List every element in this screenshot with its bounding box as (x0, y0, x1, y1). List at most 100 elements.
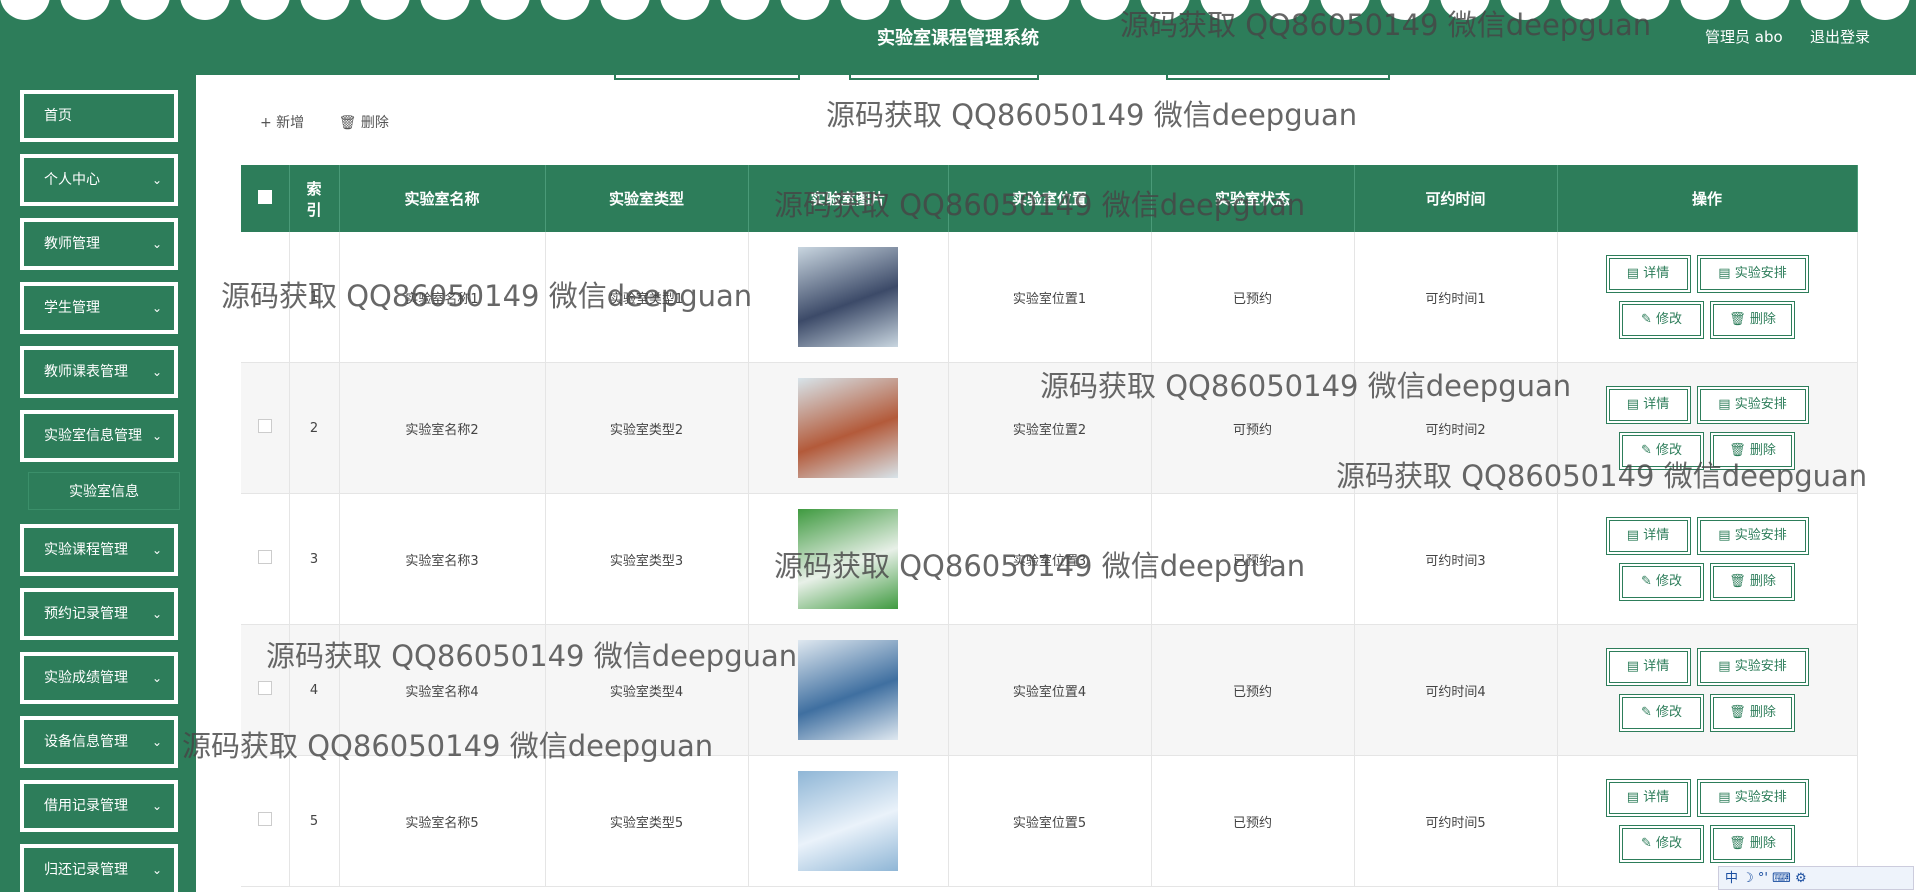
edit-label: 修改 (1656, 312, 1683, 327)
sidebar-item-lab-info[interactable]: 实验室信息管理 ⌄ (20, 410, 178, 462)
detail-button[interactable]: ▤ 详情 (1605, 779, 1691, 817)
lab-photo[interactable] (798, 378, 898, 478)
cell-location: 实验室位置1 (948, 232, 1152, 363)
delete-label: 删除 (1749, 574, 1776, 589)
detail-button[interactable]: ▤ 详情 (1605, 386, 1691, 424)
sidebar-item-home[interactable]: 首页 (20, 90, 178, 142)
sidebar-item-borrow[interactable]: 借用记录管理 ⌄ (20, 780, 178, 832)
arrange-label: 实验安排 (1734, 790, 1787, 805)
row-delete-button[interactable]: 🗑 删除 (1710, 825, 1795, 863)
submenu-item-lab-info[interactable]: 实验室信息 (28, 472, 180, 510)
delete-button[interactable]: 🗑 删除 (339, 115, 389, 131)
logout-link[interactable]: 退出登录 (1810, 26, 1870, 47)
detail-button[interactable]: ▤ 详情 (1605, 648, 1691, 686)
sidebar-item-label: 学生管理 (44, 300, 100, 316)
edit-button[interactable]: ✎ 修改 (1619, 301, 1704, 339)
row-delete-button[interactable]: 🗑 删除 (1710, 432, 1795, 470)
delete-label: 删除 (1749, 443, 1776, 458)
lab-photo[interactable] (798, 509, 898, 609)
sidebar-item-return[interactable]: 归还记录管理 ⌄ (20, 844, 178, 896)
ime-toolbar[interactable]: 中 ☽ °' ⌨ ⚙ (1718, 866, 1914, 890)
edit-button[interactable]: ✎ 修改 (1619, 563, 1704, 601)
cell-image (748, 232, 949, 363)
cell-image (748, 755, 949, 887)
cell-time: 可约时间1 (1354, 232, 1558, 363)
cell-actions: ▤ 详情 ▤ 实验安排 ✎ 修改 🗑 删除 (1557, 362, 1858, 494)
cell-time: 可约时间4 (1354, 624, 1558, 756)
cell-name: 实验室名称4 (339, 624, 546, 756)
row-checkbox[interactable] (241, 755, 290, 887)
lab-photo[interactable] (798, 771, 898, 871)
detail-label: 详情 (1643, 528, 1670, 543)
table-row: 3 实验室名称3 实验室类型3 实验室位置3 已预约 可约时间3 ▤ 详情 ▤ 实验安排 ✎ 修… (241, 493, 1858, 625)
arrange-button[interactable]: ▤ 实验安排 (1696, 255, 1809, 293)
sidebar-item-teachers[interactable]: 教师管理 ⌄ (20, 218, 178, 270)
cell-status: 已预约 (1151, 493, 1355, 625)
edit-button[interactable]: ✎ 修改 (1619, 694, 1704, 732)
table-row: 4 实验室名称4 实验室类型4 实验室位置4 已预约 可约时间4 ▤ 详情 ▤ 实验安排 ✎ 修… (241, 624, 1858, 756)
edit-label: 修改 (1656, 443, 1683, 458)
delete-label: 删除 (1749, 312, 1776, 327)
cell-time: 可约时间3 (1354, 493, 1558, 625)
arrange-label: 实验安排 (1734, 266, 1787, 281)
cell-location: 实验室位置4 (948, 624, 1152, 756)
cell-image (748, 493, 949, 625)
chevron-down-icon: ⌄ (151, 173, 162, 187)
arrange-button[interactable]: ▤ 实验安排 (1696, 517, 1809, 555)
cell-actions: ▤ 详情 ▤ 实验安排 ✎ 修改 🗑 删除 (1557, 493, 1858, 625)
cell-status: 已预约 (1151, 755, 1355, 887)
cell-type: 实验室类型1 (545, 232, 749, 363)
search-field-edge[interactable] (614, 70, 800, 80)
col-header-status: 实验室状态 (1151, 165, 1355, 232)
sidebar-item-equipment[interactable]: 设备信息管理 ⌄ (20, 716, 178, 768)
row-checkbox[interactable] (241, 362, 290, 494)
sidebar-item-label: 实验室信息管理 (44, 428, 142, 444)
col-header-actions: 操作 (1557, 165, 1858, 232)
edit-button[interactable]: ✎ 修改 (1619, 825, 1704, 863)
chevron-down-icon: ⌄ (151, 735, 162, 749)
cell-name: 实验室名称3 (339, 493, 546, 625)
arrange-label: 实验安排 (1734, 659, 1787, 674)
sidebar-item-personal[interactable]: 个人中心 ⌄ (20, 154, 178, 206)
row-delete-button[interactable]: 🗑 删除 (1710, 563, 1795, 601)
cell-index: 4 (289, 624, 340, 756)
cell-image (748, 362, 949, 494)
col-header-image: 实验室图片 (748, 165, 949, 232)
chevron-down-icon: ⌄ (151, 543, 162, 557)
table-row: 1 实验室名称1 实验室类型1 实验室位置1 已预约 可约时间1 ▤ 详情 ▤ 实验安排 ✎ 修… (241, 232, 1858, 363)
lab-photo[interactable] (798, 247, 898, 347)
row-checkbox[interactable] (241, 493, 290, 625)
sidebar-item-reservations[interactable]: 预约记录管理 ⌄ (20, 588, 178, 640)
sidebar: 首页 个人中心 ⌄ 教师管理 ⌄ 学生管理 ⌄ 教师课表管理 ⌄ 实验室信息管理 ⌄ 实验… (0, 75, 196, 896)
arrange-button[interactable]: ▤ 实验安排 (1696, 386, 1809, 424)
watermark: 源码获取 QQ86050149 微信deepguan (826, 98, 1358, 132)
table-header-row: 索 引 实验室名称 实验室类型 实验室图片 实验室位置 实验室状态 可约时间 操… (241, 165, 1858, 232)
cell-time: 可约时间2 (1354, 362, 1558, 494)
search-field-edge[interactable] (849, 70, 1039, 80)
detail-button[interactable]: ▤ 详情 (1605, 517, 1691, 555)
row-checkbox[interactable] (241, 624, 290, 756)
row-delete-button[interactable]: 🗑 删除 (1710, 301, 1795, 339)
sidebar-item-label: 预约记录管理 (44, 606, 128, 622)
search-field-edge[interactable] (1166, 70, 1390, 80)
sidebar-item-label: 设备信息管理 (44, 734, 128, 750)
detail-button[interactable]: ▤ 详情 (1605, 255, 1691, 293)
arrange-button[interactable]: ▤ 实验安排 (1696, 648, 1809, 686)
lab-photo[interactable] (798, 640, 898, 740)
chevron-down-icon: ⌄ (151, 301, 162, 315)
sidebar-item-teacher-schedule[interactable]: 教师课表管理 ⌄ (20, 346, 178, 398)
arrange-button[interactable]: ▤ 实验安排 (1696, 779, 1809, 817)
sidebar-item-label: 借用记录管理 (44, 798, 128, 814)
select-all-checkbox[interactable] (241, 165, 290, 232)
edit-button[interactable]: ✎ 修改 (1619, 432, 1704, 470)
sidebar-item-students[interactable]: 学生管理 ⌄ (20, 282, 178, 334)
row-delete-button[interactable]: 🗑 删除 (1710, 694, 1795, 732)
row-checkbox[interactable] (241, 232, 290, 363)
cell-location: 实验室位置3 (948, 493, 1152, 625)
add-button[interactable]: + 新增 (260, 115, 304, 131)
chevron-down-icon: ⌄ (151, 365, 162, 379)
sidebar-item-grades[interactable]: 实验成绩管理 ⌄ (20, 652, 178, 704)
sidebar-item-lab-courses[interactable]: 实验课程管理 ⌄ (20, 524, 178, 576)
cell-status: 已预约 (1151, 624, 1355, 756)
detail-label: 详情 (1643, 659, 1670, 674)
